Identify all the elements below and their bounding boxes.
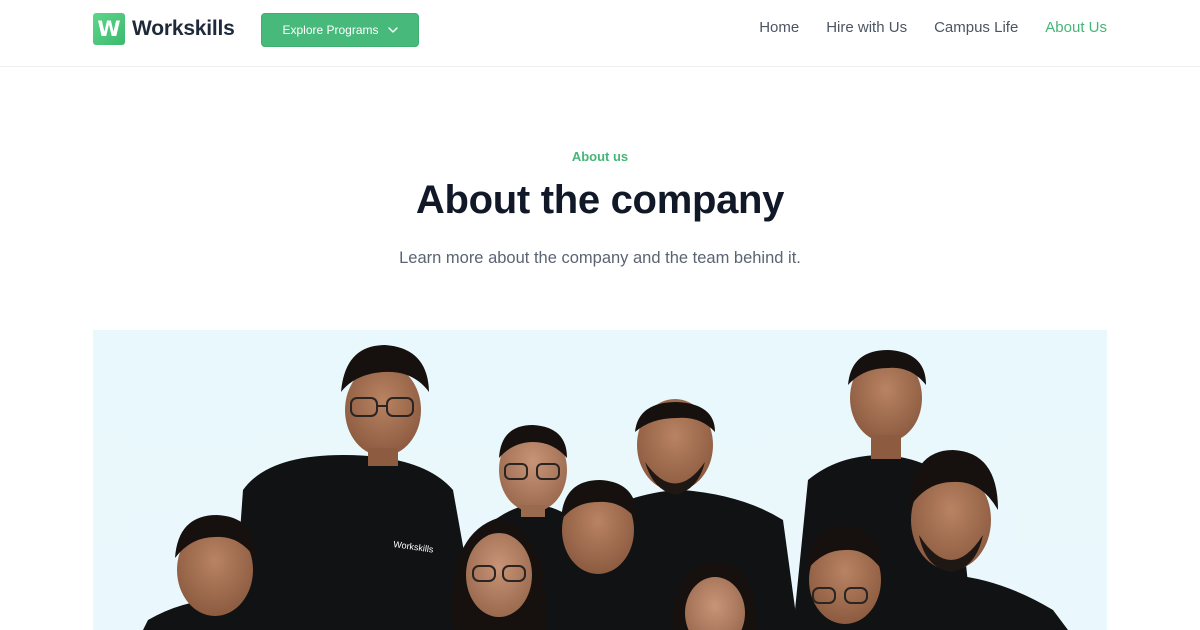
person-head — [848, 350, 926, 459]
person-head — [908, 450, 998, 572]
page-title: About the company — [415, 178, 785, 222]
person-head — [175, 515, 256, 616]
person-head — [499, 425, 567, 517]
nav-campus-life[interactable]: Campus Life — [934, 19, 1018, 36]
nav-home[interactable]: Home — [759, 19, 799, 36]
chevron-down-icon — [387, 27, 398, 33]
person-head — [341, 345, 429, 466]
nav-about-us[interactable]: About Us — [1045, 19, 1107, 36]
site-header: W Workskills Explore Programs Home Hire … — [0, 0, 1200, 67]
main-nav: Home Hire with Us Campus Life About Us — [759, 19, 1107, 36]
section-eyebrow: About us — [571, 149, 629, 164]
brand-logo[interactable]: W Workskills — [93, 13, 235, 45]
logo-text: Workskills — [132, 17, 235, 40]
person-head — [635, 399, 715, 495]
logo-mark-icon: W — [93, 13, 125, 45]
nav-hire-with-us[interactable]: Hire with Us — [826, 19, 907, 36]
person-head — [807, 526, 883, 624]
team-illustration: Workskills — [143, 345, 1068, 630]
page-subtitle: Learn more about the company and the tea… — [399, 249, 801, 267]
explore-programs-label: Explore Programs — [282, 23, 379, 37]
team-photo: Workskills — [93, 330, 1107, 630]
explore-programs-button[interactable]: Explore Programs — [261, 13, 419, 47]
